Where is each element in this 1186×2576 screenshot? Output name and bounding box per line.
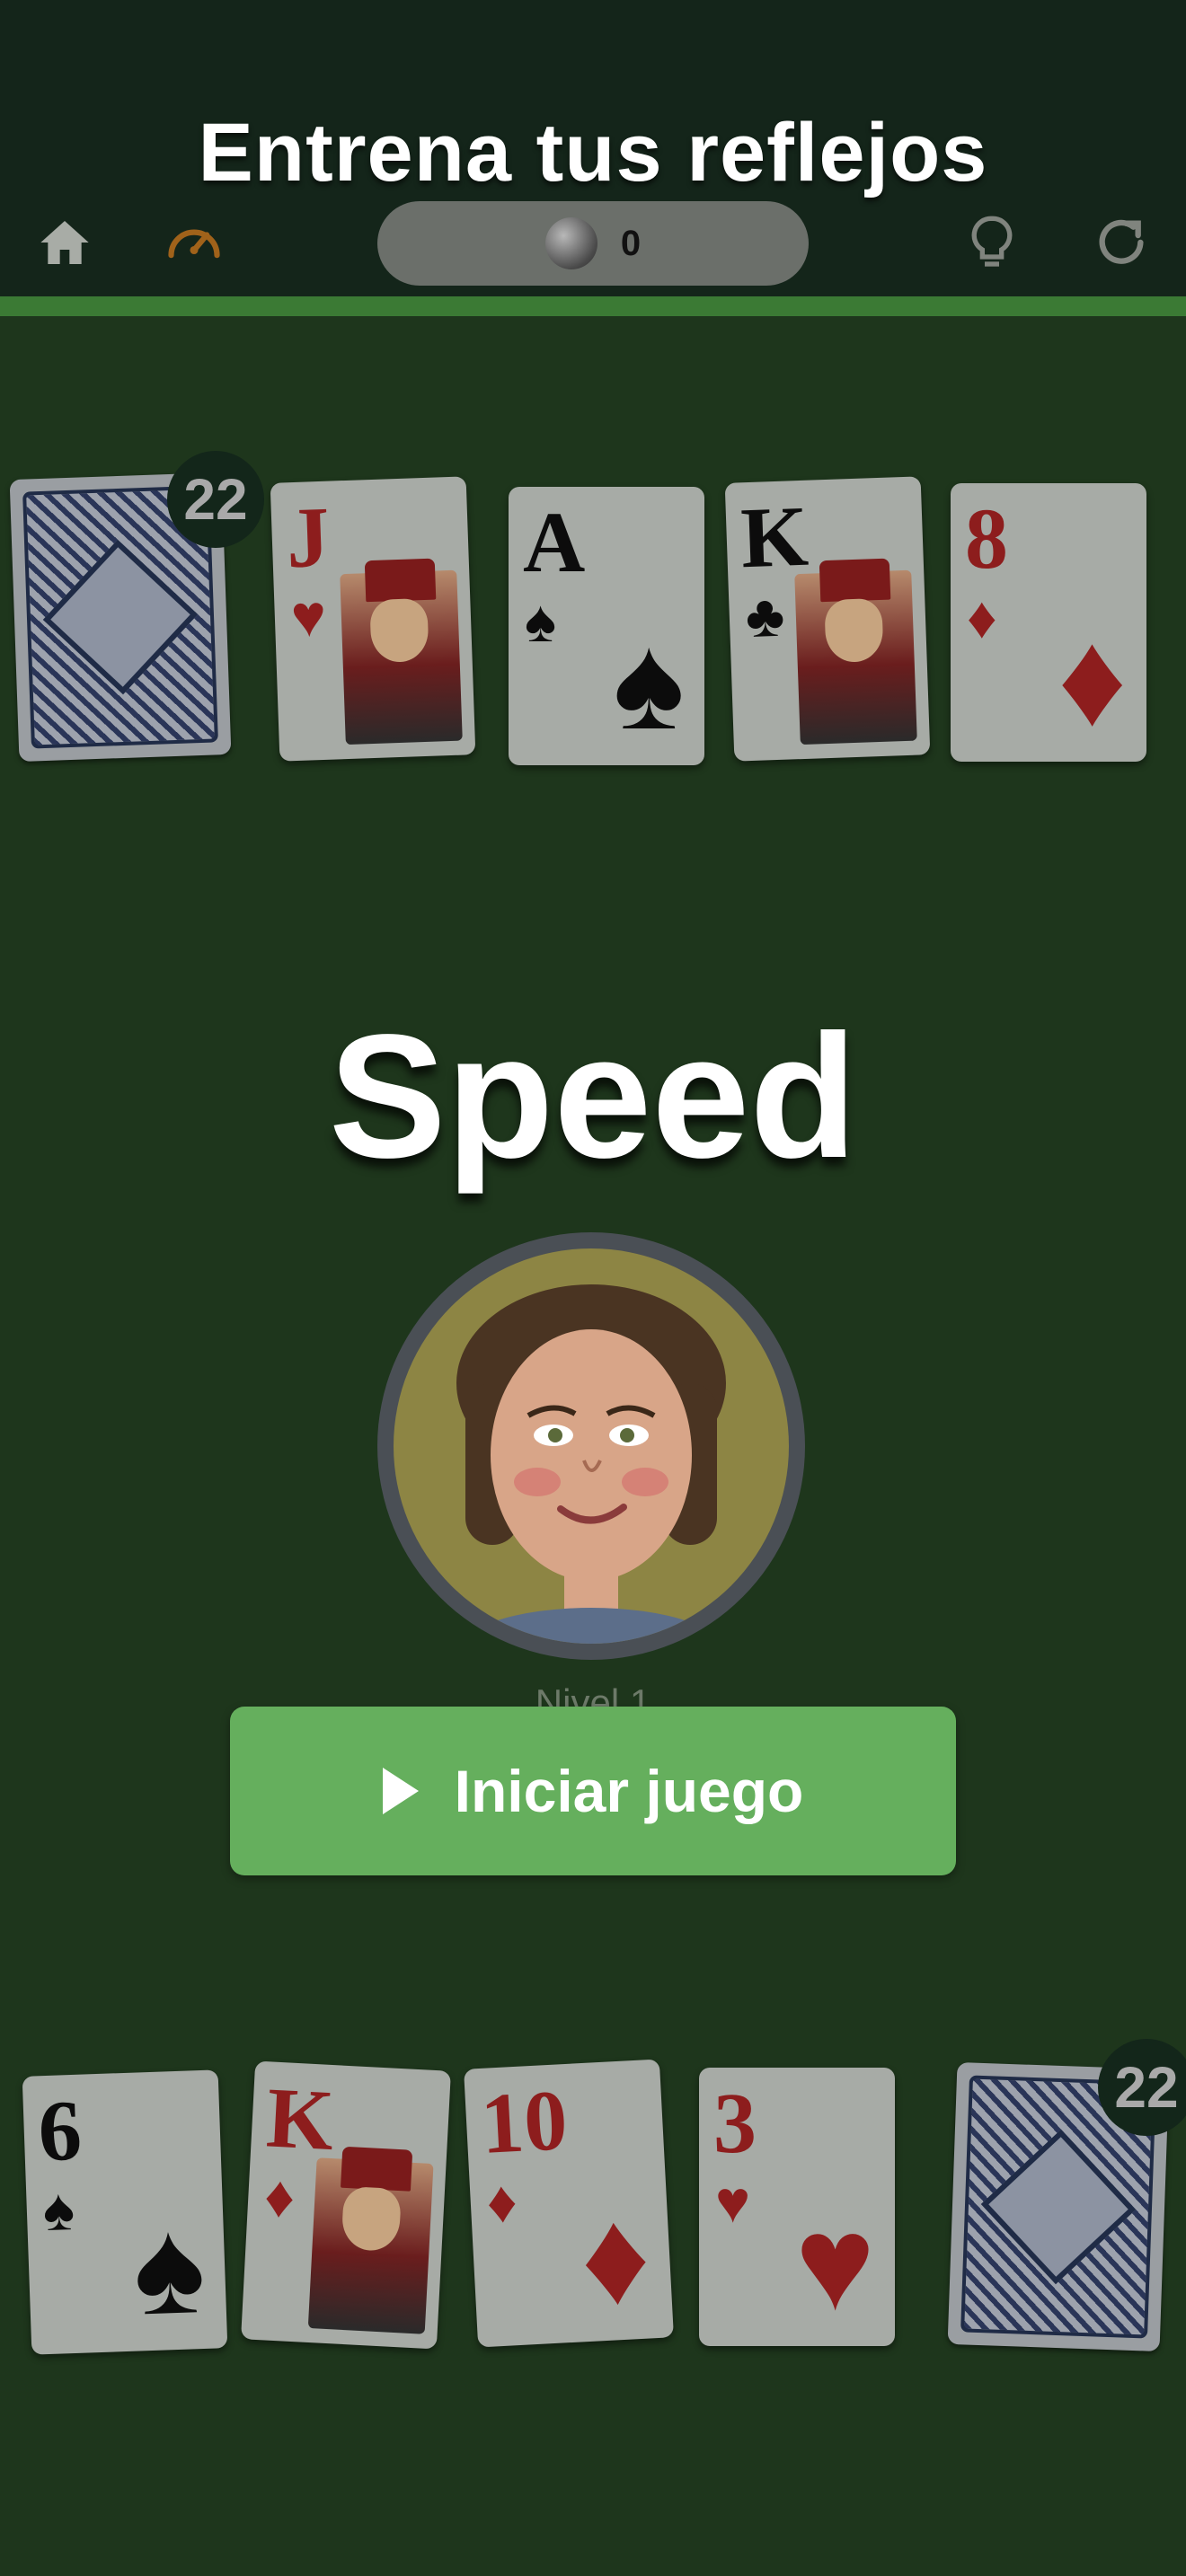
card-rank: J bbox=[284, 488, 332, 587]
card-suit: ♦ bbox=[967, 584, 997, 650]
card-rank: K bbox=[264, 2069, 337, 2169]
card-suit: ♥ bbox=[289, 581, 328, 650]
card-rank: K bbox=[739, 487, 810, 587]
jack-face-art bbox=[340, 569, 463, 745]
card-suit: ♠ bbox=[41, 2175, 76, 2244]
card-suit: ♠ bbox=[525, 587, 557, 654]
home-icon bbox=[40, 221, 89, 264]
coin-counter: 0 bbox=[377, 201, 809, 286]
card-suit: ♥ bbox=[715, 2168, 751, 2235]
opponent-card-4[interactable]: 8 ♦ ♦ bbox=[951, 483, 1146, 762]
speedometer-icon bbox=[168, 229, 220, 259]
restart-button[interactable] bbox=[1085, 207, 1157, 278]
hint-button[interactable] bbox=[956, 207, 1028, 278]
lightbulb-icon bbox=[971, 216, 1013, 267]
play-icon bbox=[382, 1768, 419, 1814]
card-suit: ♣ bbox=[744, 581, 786, 650]
start-game-label: Iniciar juego bbox=[454, 1758, 804, 1824]
player-deck-count: 22 bbox=[1098, 2039, 1186, 2136]
king-face-art bbox=[307, 2157, 434, 2334]
player-card-1[interactable]: 6 ♠ ♠ bbox=[22, 2069, 228, 2355]
card-rank: 8 bbox=[965, 490, 1008, 587]
card-suit: ♦ bbox=[262, 2162, 297, 2230]
king-face-art bbox=[794, 569, 917, 745]
opponent-deck-count: 22 bbox=[167, 451, 264, 548]
player-card-3[interactable]: 10 ♦ ♦ bbox=[464, 2059, 674, 2348]
refresh-icon bbox=[1099, 219, 1144, 264]
home-button[interactable] bbox=[29, 207, 101, 278]
card-suit-large: ♦ bbox=[577, 2179, 654, 2334]
card-rank: 6 bbox=[36, 2081, 84, 2180]
top-bar-divider bbox=[0, 296, 1186, 316]
card-suit-large: ♠ bbox=[613, 606, 685, 757]
coin-icon bbox=[544, 217, 597, 269]
speed-mode-button[interactable] bbox=[158, 207, 230, 278]
opponent-card-2[interactable]: A ♠ ♠ bbox=[509, 487, 704, 765]
card-suit-large: ♥ bbox=[794, 2187, 875, 2338]
opponent-card-1[interactable]: J ♥ bbox=[270, 476, 476, 762]
card-suit-large: ♠ bbox=[130, 2189, 208, 2343]
card-suit-large: ♦ bbox=[1058, 603, 1127, 754]
card-rank: 3 bbox=[713, 2075, 757, 2171]
player-card-2[interactable]: K ♦ bbox=[241, 2060, 451, 2350]
card-rank: 10 bbox=[478, 2071, 570, 2172]
start-game-button[interactable]: Iniciar juego bbox=[230, 1707, 956, 1875]
game-title: Speed bbox=[328, 998, 858, 1195]
player-card-4[interactable]: 3 ♥ ♥ bbox=[699, 2068, 895, 2346]
coin-count: 0 bbox=[620, 223, 642, 263]
card-rank: A bbox=[523, 494, 586, 590]
avatar-portrait bbox=[456, 1284, 726, 1644]
page-title: Entrena tus reflejos bbox=[198, 107, 988, 198]
opponent-avatar bbox=[377, 1232, 805, 1660]
opponent-card-3[interactable]: K ♣ bbox=[724, 476, 931, 762]
card-suit: ♦ bbox=[484, 2167, 519, 2236]
